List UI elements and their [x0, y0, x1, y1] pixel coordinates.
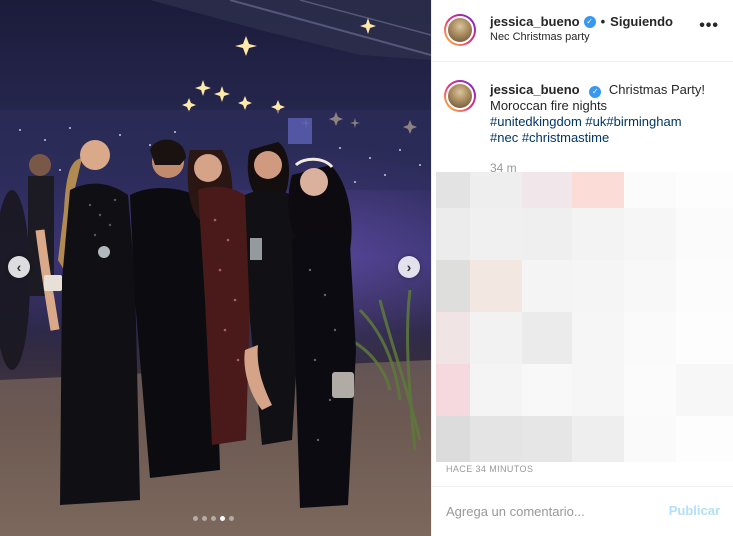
- comment-input[interactable]: [446, 501, 656, 521]
- separator-dot: •: [600, 14, 606, 29]
- carousel-dot: [211, 516, 216, 521]
- party-photo-image: [0, 0, 431, 536]
- post-side-panel: jessica_bueno ✓ • Siguiendo Nec Christma…: [431, 0, 733, 536]
- blurred-comments-overlay: [436, 172, 733, 462]
- comment-bar: Publicar: [432, 486, 733, 536]
- follow-status-button[interactable]: Siguiendo: [610, 14, 673, 29]
- header-user-line: jessica_bueno ✓ • Siguiendo: [490, 14, 673, 29]
- location-link[interactable]: Nec Christmas party: [490, 31, 590, 43]
- hashtag-link[interactable]: #nec: [490, 130, 518, 145]
- hashtag-link[interactable]: #birmingham: [606, 114, 681, 129]
- hashtag-link[interactable]: #christmastime: [522, 130, 609, 145]
- post-photo[interactable]: ‹ ›: [0, 0, 431, 536]
- carousel-dot: [202, 516, 207, 521]
- carousel-dot: [193, 516, 198, 521]
- avatar[interactable]: [444, 14, 476, 46]
- username-link[interactable]: jessica_bueno: [490, 14, 580, 29]
- verified-badge-icon: ✓: [589, 86, 602, 98]
- carousel-dot: [220, 516, 225, 521]
- caption-section: jessica_bueno ✓ Christmas Party! Morocca…: [432, 62, 733, 462]
- post-header: jessica_bueno ✓ • Siguiendo Nec Christma…: [432, 0, 733, 62]
- hashtag-link[interactable]: #uk: [585, 114, 606, 129]
- publish-button[interactable]: Publicar: [669, 503, 720, 518]
- carousel-next-button[interactable]: ›: [398, 256, 420, 278]
- verified-badge-icon: ✓: [583, 15, 596, 28]
- more-options-icon[interactable]: •••: [699, 17, 719, 35]
- caption-avatar[interactable]: [444, 80, 476, 112]
- carousel-dot: [229, 516, 234, 521]
- carousel-prev-button[interactable]: ‹: [8, 256, 30, 278]
- caption-text: jessica_bueno ✓ Christmas Party! Morocca…: [490, 82, 720, 146]
- hashtag-link[interactable]: #unitedkingdom: [490, 114, 582, 129]
- post-timestamp: HACE 34 MINUTOS: [446, 464, 534, 474]
- carousel-indicator: [193, 516, 234, 521]
- caption-username-link[interactable]: jessica_bueno: [490, 82, 580, 97]
